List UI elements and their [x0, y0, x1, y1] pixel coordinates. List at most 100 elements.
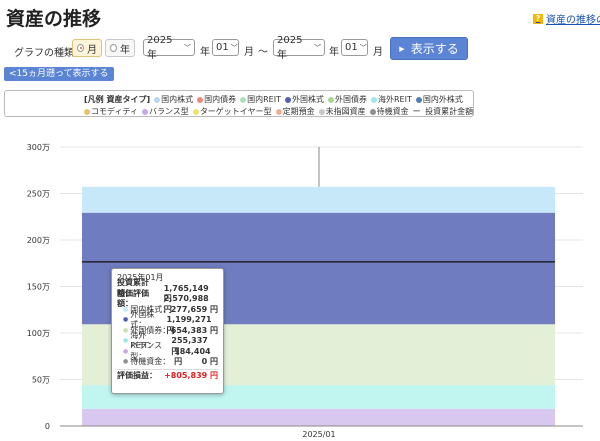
from-year-value: 2025 年 — [147, 34, 173, 61]
tooltip-row: ● 待機資金： 0 円 — [117, 357, 218, 368]
legend-dot — [197, 96, 204, 103]
legend-dot — [240, 96, 247, 103]
legend-label: 国内REIT — [247, 95, 281, 104]
legend-item: 外国株式 — [284, 94, 324, 105]
graph-type-label: グラフの種類: — [14, 48, 78, 59]
tooltip-row-label: 時価評価額： — [117, 289, 164, 309]
year-unit: 年 — [329, 47, 339, 58]
legend-dot — [318, 108, 325, 115]
help-link-label: 資産の推移の — [546, 15, 600, 26]
legend-dot — [154, 96, 161, 103]
legend-item: 待機資金 — [369, 106, 409, 117]
y-tick-label: 100万 — [27, 329, 50, 338]
from-year-select[interactable]: 2025 年 ﹀ — [143, 35, 195, 61]
y-tick-label: 0 — [45, 422, 50, 431]
to-month-value: 01 — [345, 42, 358, 53]
tooltip-gain-row: 評価損益： +805,839 円 — [117, 371, 218, 382]
tooltip-row-value: 0 円 — [201, 357, 218, 366]
from-month-select[interactable]: 01 ﹀ — [212, 39, 239, 56]
page-title: 資産の推移 — [6, 8, 102, 30]
show-button[interactable]: ▶ 表示する — [390, 37, 468, 60]
chevron-down-icon: ﹀ — [359, 43, 367, 52]
month-unit: 月 — [244, 47, 254, 58]
legend-row-2: コモディティ バランス型 ターゲットイヤー型 定期預金 未指図資産 待機資金 ー… — [84, 106, 473, 117]
legend-label: 外国株式 — [291, 95, 324, 104]
legend-item: ターゲットイヤー型 — [192, 106, 272, 117]
tooltip-dot: ● — [123, 347, 129, 355]
legend-title: [凡例 資産タイプ] — [84, 95, 151, 104]
legend-line-symbol: ー — [412, 107, 421, 116]
y-tick-label: 150万 — [27, 283, 50, 292]
back-15-months-button[interactable]: <15ヵ月遡って表示する — [4, 67, 114, 81]
asset-chart: 0 50万 100万 150万 200万 250万 300万 2025/01 — [27, 143, 583, 439]
legend-item: 国内外株式 — [415, 94, 463, 105]
legend-label: 投資累計金額 — [425, 107, 474, 116]
chart-tooltip: 2025年01月 投資累計額： 1,765,149 円時価評価額： 2,570,98… — [111, 268, 224, 394]
y-tick-label: 300万 — [27, 143, 50, 152]
tooltip-row-value: 277,659 円 — [170, 304, 218, 314]
legend: [凡例 資産タイプ] 国内株式 国内債券 国内REIT 外国株式 外国債券 海外… — [4, 90, 474, 117]
show-button-label: 表示する — [410, 42, 459, 56]
year-unit: 年 — [200, 47, 210, 58]
legend-dot — [275, 108, 282, 115]
legend-item: コモディティ — [84, 106, 138, 117]
from-month-value: 01 — [216, 42, 229, 53]
tooltip-row: 時価評価額： 2,570,988 円 — [117, 289, 218, 314]
legend-label: 未指図資産 — [325, 107, 366, 116]
play-icon: ▶ — [399, 44, 405, 53]
tooltip-row-label: ● 待機資金： — [117, 357, 170, 368]
y-tick-label: 200万 — [27, 236, 50, 245]
legend-label: 定期預金 — [282, 107, 315, 116]
radio-month-dot — [77, 44, 84, 52]
radio-month[interactable]: 月 — [72, 39, 102, 57]
legend-dot — [192, 108, 199, 115]
legend-item-line: ー 投資累計金額 — [413, 106, 474, 117]
help-link[interactable]: ? 資産の推移の — [533, 11, 600, 26]
radio-month-label: 月 — [87, 44, 97, 56]
help-icon: ? — [533, 13, 543, 24]
legend-item: 国内債券 — [197, 94, 236, 105]
tooltip-row-value: 255,337 円 — [171, 336, 208, 356]
legend-label: 外国債券 — [334, 95, 367, 104]
legend-label: 海外REIT — [377, 95, 412, 104]
area-band-5 — [82, 186, 555, 213]
tooltip-row: ● バランス型： 184,404 円 — [117, 341, 218, 367]
legend-dot — [327, 96, 334, 103]
tooltip-dot: ● — [123, 326, 129, 334]
legend-item: 国内株式 — [154, 94, 193, 105]
tooltip-row-value: 1,199,271 円 — [166, 315, 212, 335]
legend-item: 国内REIT — [240, 94, 281, 105]
area-band-1 — [82, 408, 555, 426]
radio-year-label: 年 — [120, 44, 130, 56]
radio-year-dot — [110, 44, 117, 52]
to-year-value: 2025 年 — [277, 34, 303, 61]
legend-label: 待機資金 — [376, 107, 409, 116]
tooltip-row-label: ● 外国株式： — [117, 310, 167, 330]
month-unit: 月 — [373, 47, 383, 58]
tooltip-label-text: 待機資金： — [130, 357, 171, 366]
chevron-down-icon: ﹀ — [230, 43, 238, 52]
legend-dot — [415, 96, 422, 103]
tooltip-dot: ● — [123, 316, 129, 323]
radio-year[interactable]: 年 — [105, 39, 135, 57]
tooltip-row-value: 654,383 円 — [170, 325, 218, 335]
legend-dot — [284, 96, 291, 103]
legend-item: 定期預金 — [275, 106, 315, 117]
legend-label: 国内外株式 — [422, 95, 463, 104]
legend-item: バランス型 — [141, 106, 189, 117]
y-tick-label: 250万 — [27, 190, 50, 199]
legend-dot — [369, 108, 376, 115]
legend-item: 外国債券 — [327, 94, 367, 105]
y-tick-label: 50万 — [32, 376, 50, 385]
legend-dot — [141, 108, 148, 115]
legend-item: 海外REIT — [370, 94, 412, 105]
to-year-select[interactable]: 2025 年 ﹀ — [273, 35, 325, 61]
legend-label: バランス型 — [148, 107, 189, 116]
x-tick-label: 2025/01 — [302, 430, 335, 439]
tooltip-dot: ● — [123, 305, 129, 313]
tooltip-row-value: 184,404 円 — [174, 346, 211, 367]
legend-dot — [370, 96, 377, 103]
tooltip-row-value: 1,765,149 円 — [163, 283, 209, 304]
to-month-select[interactable]: 01 ﹀ — [341, 39, 368, 56]
tooltip-row: ● 外国株式： 1,199,271 円 — [117, 310, 218, 335]
